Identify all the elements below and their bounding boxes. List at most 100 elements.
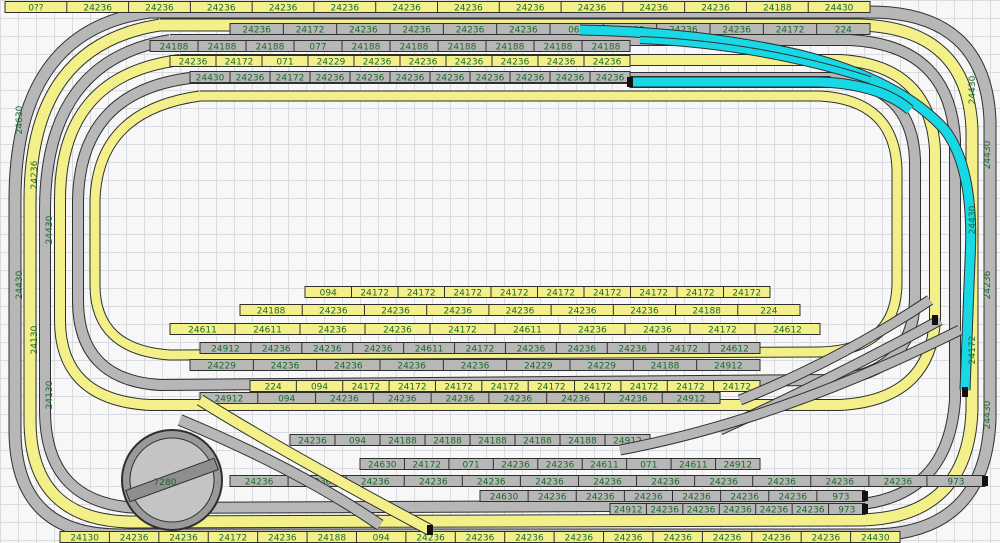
lower-row-6-label: 24236 (687, 506, 716, 516)
lower-row-2-label: 24188 (523, 437, 552, 447)
inner-row-5-label: 24229 (207, 362, 236, 372)
row-2-label: 224 (835, 26, 852, 36)
lower-row-6-label: 24236 (650, 506, 679, 516)
lower-row-5-label: 24236 (682, 493, 711, 503)
lower-row-1-label: 094 (278, 395, 295, 405)
buffer-stop (962, 387, 968, 397)
inner-row-4-label: 24912 (211, 345, 240, 355)
lower-row-5-label: 24236 (538, 493, 567, 503)
inner-row-5-label: 24229 (524, 362, 553, 372)
inner-row-2-label: 24236 (443, 307, 472, 317)
right-vertical-label: 24430 (983, 140, 993, 169)
row-4-label: 24236 (547, 58, 576, 68)
inner-row-6-label: 24172 (583, 383, 612, 393)
row-5-label: 24236 (316, 74, 345, 84)
row-4-label: 24236 (501, 58, 530, 68)
lower-row-3-label: 24611 (679, 461, 708, 471)
row-3-label: 24188 (592, 43, 621, 53)
track-plan[interactable]: 0?? 24236 24236 24236 24236 24236 24236 24236 24… (0, 0, 1000, 543)
buffer-stop (932, 315, 938, 325)
row-5-label: 24236 (596, 74, 625, 84)
lower-row-6-label: 24236 (760, 506, 789, 516)
inner-row-3-label: 24236 (318, 326, 347, 336)
left-vertical-label: 24130 (30, 325, 40, 354)
lower-row-2-label: 094 (349, 437, 366, 447)
row-2-label: 24172 (296, 26, 325, 36)
lower-row-3-label: 24172 (412, 461, 441, 471)
inner-row-4-label: 24236 (517, 345, 546, 355)
inner-row-4-label: 24172 (669, 345, 698, 355)
inner-loop-2-outline (72, 72, 921, 392)
right-vertical-label: 24430 (968, 205, 978, 234)
top-row-label: 24430 (825, 4, 854, 14)
lower-row-4-label: 24236 (245, 478, 274, 488)
lower-row-3-label: 24236 (501, 461, 530, 471)
lower-row-4-label: 24236 (593, 478, 622, 488)
inner-row-3-label: 24612 (773, 326, 802, 336)
bottom-row-label: 24236 (466, 534, 495, 543)
row-3-label: 24188 (208, 43, 237, 53)
lower-row-4-label: 24236 (419, 478, 448, 488)
lower-row-4-label: 24236 (477, 478, 506, 488)
row-2-label: 24236 (509, 26, 538, 36)
lower-row-3-label: 24236 (546, 461, 575, 471)
lower-row-6-label: 24236 (723, 506, 752, 516)
inner-top-label: 24172 (639, 289, 668, 299)
inner-row-6-label: 24172 (444, 383, 473, 393)
inner-row-6-label: 24172 (630, 383, 659, 393)
row-5-label: 24236 (436, 74, 465, 84)
lower-row-1-label: 24912 (215, 395, 244, 405)
lower-row-3-label: 071 (463, 461, 480, 471)
inner-row-4-label: 24236 (618, 345, 647, 355)
inner-top-label: 24172 (360, 289, 389, 299)
buffer-stop (862, 504, 868, 514)
inner-row-2-label: 24236 (506, 307, 535, 317)
bottom-row-label: 24236 (169, 534, 198, 543)
bottom-row-label: 24236 (565, 534, 594, 543)
left-vertical-label: 24430 (15, 270, 25, 299)
bottom-row-label: 24236 (268, 534, 297, 543)
inner-row-6-label: 224 (265, 383, 282, 393)
row-5-label: 24236 (356, 74, 385, 84)
inner-top-label: 24172 (500, 289, 529, 299)
bottom-row-label: 24236 (614, 534, 643, 543)
inner-row-3-label: 24236 (383, 326, 412, 336)
inner-row-3-label: 24236 (643, 326, 672, 336)
row-5-label: 24236 (516, 74, 545, 84)
lower-row-3-label: 24630 (368, 461, 397, 471)
inner-loop-2 (73, 73, 920, 391)
lower-row-4-label: 24236 (767, 478, 796, 488)
row-3-label: 24188 (496, 43, 525, 53)
inner-row-6-label: 24172 (398, 383, 427, 393)
right-vertical-label: 24236 (983, 270, 993, 299)
lower-row-6-label: 24236 (796, 506, 825, 516)
inner-row-2-label: 24236 (630, 307, 659, 317)
row-3-label: 24188 (160, 43, 189, 53)
lower-row-6-label: 973 (838, 506, 855, 516)
lower-row-4-label: 24236 (709, 478, 738, 488)
row-2-label: 24236 (242, 26, 271, 36)
lower-row-2-label: 24236 (298, 437, 327, 447)
inner-row-2-label: 24188 (692, 307, 721, 317)
bottom-row-label: 24236 (713, 534, 742, 543)
row-5-label: 24236 (476, 74, 505, 84)
left-vertical-label: 24236 (30, 160, 40, 189)
lower-row-1-label: 24236 (388, 395, 417, 405)
top-row-label: 24236 (269, 4, 298, 14)
row-4-label: 24236 (409, 58, 438, 68)
row-4-label: 071 (276, 58, 293, 68)
inner-row-4-label: 24236 (313, 345, 342, 355)
row-3-label: 24188 (400, 43, 429, 53)
row-2-label: 24236 (456, 26, 485, 36)
lower-row-1-label: 24236 (330, 395, 359, 405)
row-4-label: 24236 (363, 58, 392, 68)
lower-row-4-label: 973 (947, 478, 964, 488)
lower-row-2-label: 24188 (478, 437, 507, 447)
bottom-row-label: 24130 (70, 534, 99, 543)
inner-row-4-label: 24611 (415, 345, 444, 355)
inner-row-2-label: 24236 (319, 307, 348, 317)
bottom-row-label: 24236 (762, 534, 791, 543)
bottom-row-label: 24236 (663, 534, 692, 543)
inner-row-2-label: 24236 (568, 307, 597, 317)
right-vertical-label: 24430 (983, 400, 993, 429)
